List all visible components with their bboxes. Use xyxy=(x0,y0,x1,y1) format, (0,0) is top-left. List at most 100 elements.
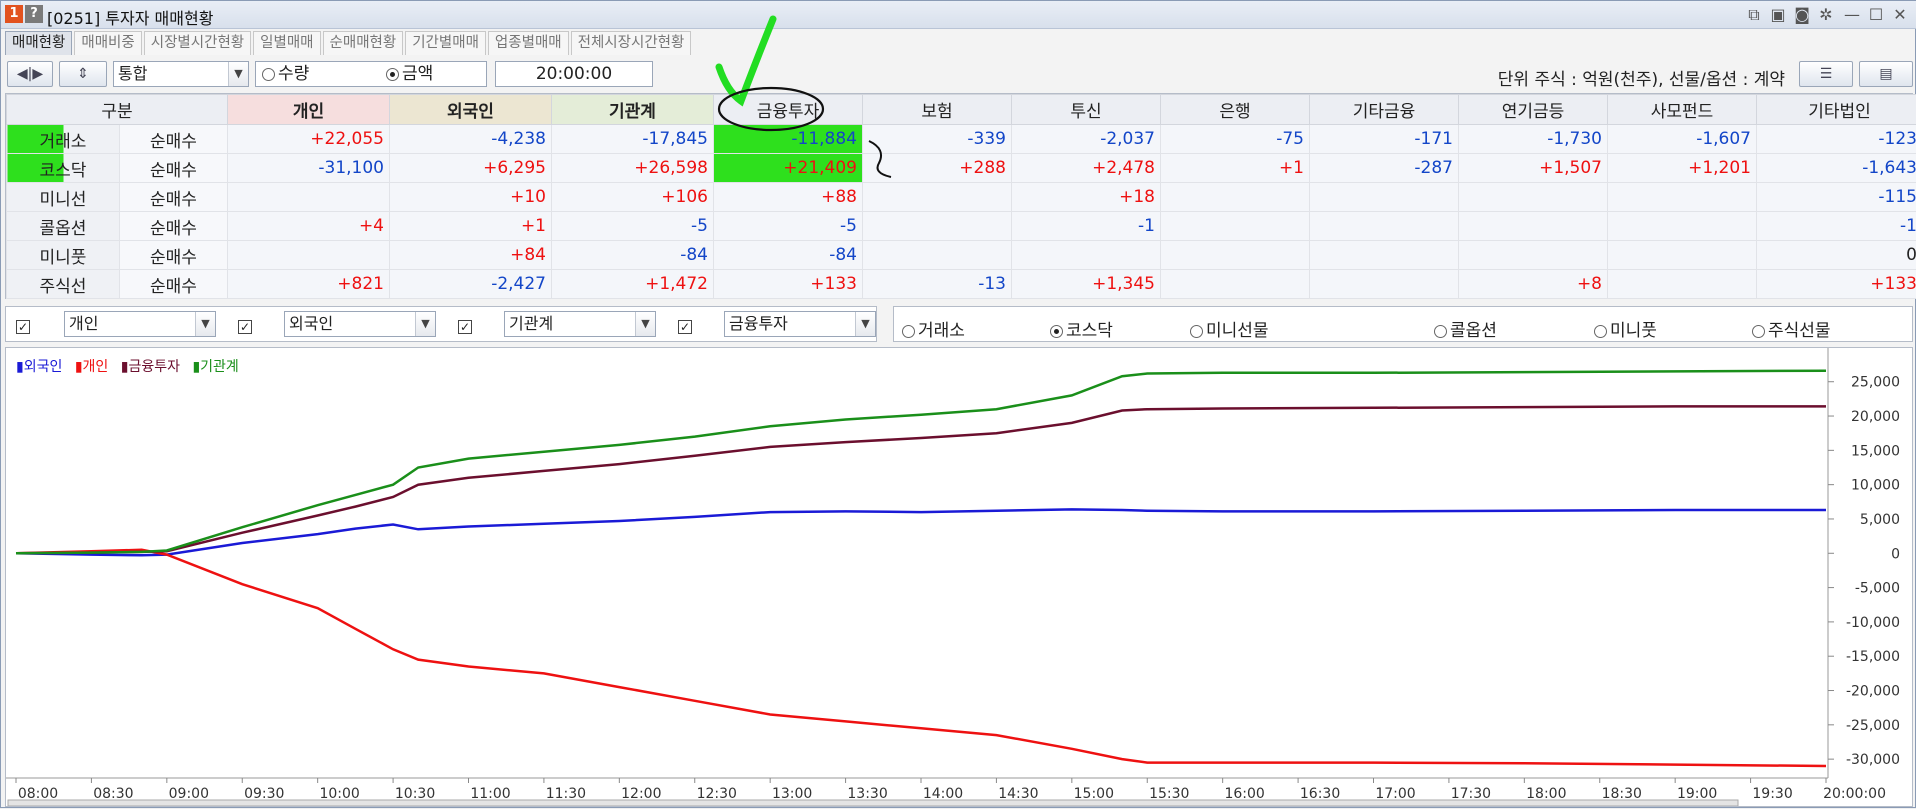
table-cell xyxy=(1161,270,1310,299)
header-trust[interactable]: 투신 xyxy=(1012,95,1161,125)
header-private-fund[interactable]: 사모펀드 xyxy=(1608,95,1757,125)
copy-icon[interactable]: ▣ xyxy=(1767,4,1789,26)
header-other-finance[interactable]: 기타금융 xyxy=(1310,95,1459,125)
header-other-corp[interactable]: 기타법인 xyxy=(1757,95,1916,125)
series-select-2[interactable]: 외국인 ▼ xyxy=(284,311,436,337)
prev-next-button[interactable]: ◀|▶ xyxy=(7,61,53,87)
row-market-stock-futures[interactable]: 주식선 xyxy=(7,270,120,299)
table-cell xyxy=(228,183,390,212)
help-icon[interactable]: ? xyxy=(25,5,43,23)
tab-net-trading[interactable]: 순매매현황 xyxy=(323,31,404,55)
series-select-3-value: 기관계 xyxy=(509,314,553,333)
row-market-call-option[interactable]: 콜옵션 xyxy=(7,212,120,241)
radio-qty[interactable]: 수량 xyxy=(262,62,309,86)
radio-mini-put[interactable]: 미니풋 xyxy=(1594,316,1657,341)
x-tick-label: 19:30 xyxy=(1752,786,1792,802)
tab-all-market-time[interactable]: 전체시장시간현황 xyxy=(571,31,692,55)
series-select-2-value: 외국인 xyxy=(289,314,333,333)
header-individual[interactable]: 개인 xyxy=(228,95,390,125)
tab-sector[interactable]: 업종별매매 xyxy=(488,31,569,55)
table-row[interactable]: 거래소순매수+22,055-4,238-17,845-11,884-339-2,… xyxy=(7,125,1916,154)
row-market-mini-put[interactable]: 미니풋 xyxy=(7,241,120,270)
tab-trading-status[interactable]: 매매현황 xyxy=(5,31,72,55)
row-market-mini-futures[interactable]: 미니선 xyxy=(7,183,120,212)
row-type: 순매수 xyxy=(120,212,228,241)
tab-daily[interactable]: 일별매매 xyxy=(253,31,320,55)
table-cell: -11,884 xyxy=(714,125,863,154)
table-cell: +106 xyxy=(552,183,714,212)
close-icon[interactable]: ✕ xyxy=(1889,4,1911,26)
chevron-down-icon: ▼ xyxy=(855,312,875,336)
checkbox-foreign[interactable]: ✓ xyxy=(238,320,252,334)
radio-kosdaq[interactable]: 코스닥 xyxy=(1050,316,1113,341)
camera-icon[interactable]: ◙ xyxy=(1791,4,1813,26)
y-tick-label: -5,000 xyxy=(1855,581,1900,597)
table-row[interactable]: 미니선순매수+10+106+88+18-115 xyxy=(7,183,1916,212)
table-row[interactable]: 코스닥순매수-31,100+6,295+26,598+21,409+288+2,… xyxy=(7,154,1916,183)
table-cell: -13 xyxy=(863,270,1012,299)
header-bank[interactable]: 은행 xyxy=(1161,95,1310,125)
header-insurance[interactable]: 보험 xyxy=(863,95,1012,125)
table-cell xyxy=(1459,241,1608,270)
series-select-4[interactable]: 금융투자▼ xyxy=(724,311,876,337)
chevron-down-icon: ▼ xyxy=(415,312,435,336)
table-cell: +1 xyxy=(1161,154,1310,183)
y-tick-label: 15,000 xyxy=(1851,443,1900,459)
table-row[interactable]: 미니풋순매수+84-84-840 xyxy=(7,241,1916,270)
table-cell: +1,345 xyxy=(1012,270,1161,299)
link-icon[interactable]: ⧉ xyxy=(1743,4,1765,26)
table-cell xyxy=(1608,183,1757,212)
header-finance[interactable]: 금융투자 xyxy=(714,95,863,125)
table-cell: -115 xyxy=(1757,183,1916,212)
tab-market-time[interactable]: 시장별시간현황 xyxy=(144,31,251,55)
tab-period[interactable]: 기간별매매 xyxy=(405,31,486,55)
settings-icon[interactable]: ✲ xyxy=(1815,4,1837,26)
radio-amount[interactable]: 금액 xyxy=(386,62,433,86)
header-institution[interactable]: 기관계 xyxy=(552,95,714,125)
series-select-1[interactable]: 개인▼ xyxy=(64,311,216,337)
table-cell: +84 xyxy=(390,241,552,270)
chart-canvas[interactable]: 25,00020,00015,00010,0005,0000-5,000-10,… xyxy=(6,348,1912,806)
tab-bar: 매매현황 매매비중 시장별시간현황 일별매매 순매매현황 기간별매매 업종별매매… xyxy=(5,31,693,55)
row-market-kospi[interactable]: 거래소 xyxy=(7,125,120,154)
table-row[interactable]: 주식선순매수+821-2,427+1,472+133-13+1,345+8+13… xyxy=(7,270,1916,299)
table-cell: +1,201 xyxy=(1608,154,1757,183)
table-row[interactable]: 콜옵션순매수+4+1-5-5-1-1 xyxy=(7,212,1916,241)
investor-chart: ▮외국인 ▮개인 ▮금융투자 ▮기관계 25,00020,00015,00010… xyxy=(5,347,1913,807)
table-cell: +133 xyxy=(1757,270,1916,299)
row-market-kosdaq[interactable]: 코스닥 xyxy=(7,154,120,183)
market-select[interactable]: 통합 ▼ xyxy=(113,61,249,87)
app-number-icon[interactable]: 1 xyxy=(5,5,23,23)
list-view-button[interactable]: ☰ xyxy=(1799,61,1853,87)
updown-button[interactable]: ⇕ xyxy=(59,61,107,87)
window-title: [0251] 투자자 매매현황 xyxy=(47,5,213,29)
y-tick-label: 5,000 xyxy=(1860,512,1900,528)
radio-mini-futures[interactable]: 미니선물 xyxy=(1190,316,1269,341)
maximize-icon[interactable]: ☐ xyxy=(1865,4,1887,26)
row-type: 순매수 xyxy=(120,270,228,299)
header-pension[interactable]: 연기금등 xyxy=(1459,95,1608,125)
horizontal-scrollbar[interactable] xyxy=(8,800,1738,806)
chevron-down-icon: ▼ xyxy=(195,312,215,336)
header-foreign[interactable]: 외국인 xyxy=(390,95,552,125)
checkbox-institution[interactable]: ✓ xyxy=(458,320,472,334)
radio-kospi[interactable]: 거래소 xyxy=(902,316,965,341)
table-cell: -75 xyxy=(1161,125,1310,154)
series-select-3[interactable]: 기관계 ▼ xyxy=(504,311,656,337)
table-cell: +6,295 xyxy=(390,154,552,183)
row-type: 순매수 xyxy=(120,125,228,154)
checkbox-finance[interactable]: ✓ xyxy=(678,320,692,334)
tab-trading-ratio[interactable]: 매매비중 xyxy=(74,31,141,55)
table-cell xyxy=(1161,212,1310,241)
table-cell: +133 xyxy=(714,270,863,299)
time-input[interactable]: 20:00:00 xyxy=(495,61,653,87)
checkbox-individual[interactable]: ✓ xyxy=(16,320,30,334)
y-tick-label: 0 xyxy=(1891,546,1900,562)
minimize-icon[interactable]: — xyxy=(1841,4,1863,26)
y-tick-label: -20,000 xyxy=(1846,684,1900,700)
chevron-down-icon: ▼ xyxy=(635,312,655,336)
table-cell: +288 xyxy=(863,154,1012,183)
radio-call-option[interactable]: 콜옵션 xyxy=(1434,316,1497,341)
radio-stock-futures[interactable]: 주식선물 xyxy=(1752,316,1831,341)
chart-view-button[interactable]: ▤ xyxy=(1859,61,1913,87)
